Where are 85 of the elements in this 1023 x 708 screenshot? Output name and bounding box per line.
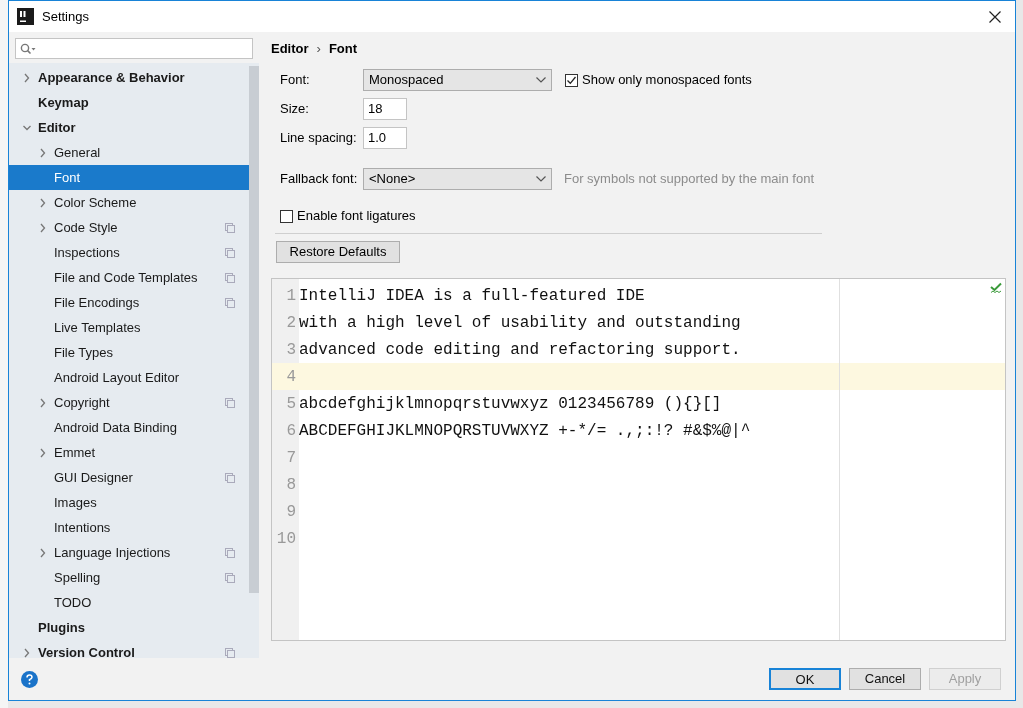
size-field[interactable]: 18 (363, 97, 407, 120)
code-line: advanced code editing and refactoring support. (299, 339, 741, 361)
tree-item[interactable]: Spelling (9, 565, 249, 590)
scrollbar[interactable] (249, 66, 259, 593)
line-spacing-field[interactable]: 1.0 (363, 126, 407, 149)
tree-item[interactable]: File and Code Templates (9, 265, 249, 290)
tree-item[interactable]: Intentions (9, 515, 249, 540)
line-number: 9 (272, 498, 299, 525)
copy-icon (225, 547, 235, 558)
tree-item[interactable]: Font (9, 165, 249, 190)
tree-item[interactable]: Emmet (9, 440, 249, 465)
tree-item[interactable]: Appearance & Behavior (9, 65, 249, 90)
code-line: ABCDEFGHIJKLMNOPQRSTUVWXYZ +-*/= .,;:!? #&$%@|^ (299, 420, 751, 442)
tree-item[interactable]: Version Control (9, 640, 249, 665)
line-number: 1 (272, 282, 299, 309)
close-icon[interactable] (989, 10, 1001, 23)
chevron-right-icon[interactable] (39, 547, 47, 558)
tree-item[interactable]: File Encodings (9, 290, 249, 315)
checkbox[interactable] (565, 73, 578, 87)
dialog-button[interactable]: OK (769, 668, 841, 690)
code-line: IntelliJ IDEA is a full-featured IDE (299, 285, 645, 307)
breadcrumb-item: › (316, 40, 321, 59)
help-icon[interactable] (21, 670, 38, 688)
chevron-right-icon[interactable] (39, 222, 47, 233)
field-label: Fallback font: (280, 170, 359, 189)
tree-item[interactable]: Editor (9, 115, 249, 140)
line-number: 8 (272, 471, 299, 498)
chevron-right-icon[interactable] (39, 197, 47, 208)
tree-item[interactable]: Code Style (9, 215, 249, 240)
line-number: 6 (272, 417, 299, 444)
app-logo-icon (17, 8, 34, 25)
line-number: 5 (272, 390, 299, 417)
line-number-gutter (272, 279, 299, 282)
tree-item[interactable]: Color Scheme (9, 190, 249, 215)
tree-item[interactable]: General (9, 140, 249, 165)
breadcrumb-item: Editor (271, 40, 309, 59)
dialog-button[interactable]: Cancel (849, 668, 921, 690)
tree-item[interactable]: Keymap (9, 90, 249, 115)
copy-icon (225, 272, 235, 283)
check-icon (990, 282, 1002, 294)
line-number: 2 (272, 309, 299, 336)
field-label: Line spacing: (280, 128, 358, 147)
copy-icon (225, 247, 235, 258)
tree-item[interactable]: Inspections (9, 240, 249, 265)
chevron-right-icon[interactable] (39, 147, 47, 158)
tree-item[interactable]: File Types (9, 340, 249, 365)
search-icon (20, 42, 36, 55)
code-line: with a high level of usability and outstanding (299, 312, 741, 334)
font-dropdown[interactable]: <None> (363, 168, 552, 190)
copy-icon (225, 397, 235, 408)
font-dropdown[interactable]: Monospaced (363, 69, 552, 91)
chevron-down-icon (536, 77, 546, 83)
chevron-right-icon[interactable] (23, 72, 31, 83)
checkbox-label: Show only monospaced fonts (582, 71, 752, 90)
line-number: 4 (285, 366, 297, 388)
field-label: Font: (280, 71, 311, 90)
chevron-right-icon[interactable] (23, 647, 31, 658)
tree-item[interactable]: Plugins (9, 615, 249, 640)
chevron-right-icon[interactable] (39, 397, 47, 408)
copy-icon (225, 297, 235, 308)
checkbox[interactable] (280, 209, 293, 223)
window-title: Settings (42, 7, 90, 26)
chevron-right-icon[interactable] (39, 447, 47, 458)
tree-item[interactable]: Language Injections (9, 540, 249, 565)
copy-icon (225, 572, 235, 583)
line-number: 3 (272, 336, 299, 363)
field-label: Size: (280, 99, 310, 118)
breadcrumb-item: Font (328, 40, 358, 59)
tree-item[interactable]: TODO (9, 590, 249, 615)
tree-item[interactable]: Android Data Binding (9, 415, 249, 440)
code-line: abcdefghijklmnopqrstuvwxyz 0123456789 (){}[] (299, 393, 722, 415)
copy-icon (225, 472, 235, 483)
tree-item[interactable]: Copyright (9, 390, 249, 415)
copy-icon (225, 222, 235, 233)
search-field[interactable] (15, 38, 253, 59)
line-number: 10 (272, 525, 299, 552)
hint-text: For symbols not supported by the main font (564, 170, 814, 189)
tree-item[interactable]: Android Layout Editor (9, 365, 249, 390)
tree-item[interactable]: Images (9, 490, 249, 515)
chevron-down-icon (536, 176, 546, 182)
line-number: 7 (272, 444, 299, 471)
checkbox-label: Enable font ligatures (297, 207, 416, 226)
tree-item[interactable]: Live Templates (9, 315, 249, 340)
tree-item[interactable]: GUI Designer (9, 465, 249, 490)
restore-defaults-button[interactable]: Restore Defaults (276, 241, 400, 263)
